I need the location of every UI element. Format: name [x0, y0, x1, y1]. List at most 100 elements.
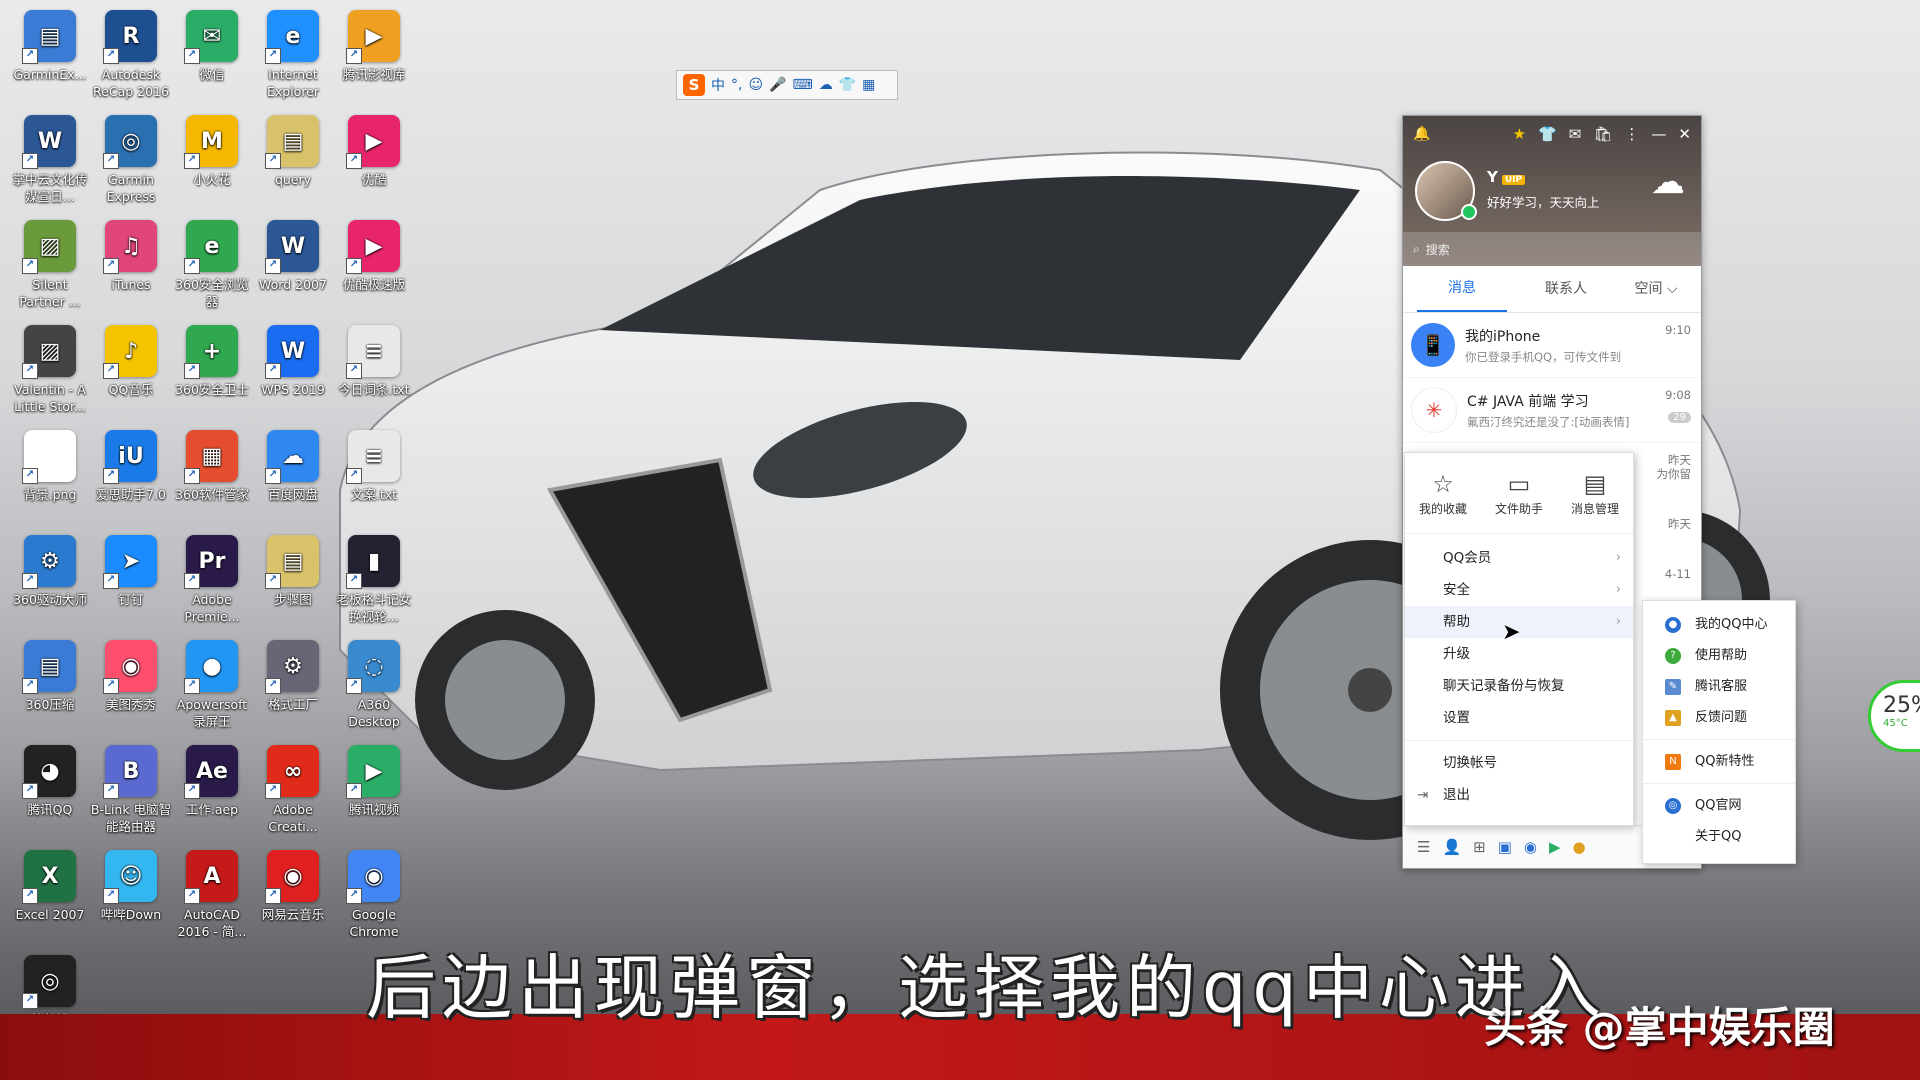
desktop-icon-label: 美图秀秀 — [105, 697, 156, 712]
desktop-icon[interactable]: ▶ ↗ 腾讯视频 — [332, 745, 416, 818]
desktop-icon[interactable]: ♫ ↗ iTunes — [89, 220, 173, 293]
desktop-icon[interactable]: ▤ ↗ 360压缩 — [8, 640, 92, 713]
desktop-icon[interactable]: ≡ ↗ 文案.txt — [332, 430, 416, 503]
desktop-icon[interactable]: ▶ ↗ 腾讯影视库 — [332, 10, 416, 83]
desktop-icon[interactable]: ▶ ↗ 优酷极速版 — [332, 220, 416, 293]
desktop-icon[interactable]: + ↗ 360安全卫士 — [170, 325, 254, 398]
desktop-icon[interactable]: ◉ ↗ 网易云音乐 — [251, 850, 335, 923]
desktop-icon[interactable]: W ↗ 掌中云文化传媒宣日... — [8, 115, 92, 205]
list-item[interactable]: ✳ C# JAVA 前端 学习 氟西汀终究还是没了:[动画表情] 9:08 29 — [1403, 378, 1701, 443]
desktop-icon[interactable]: e ↗ 360安全浏览器 — [170, 220, 254, 310]
desktop-icon[interactable]: e ↗ Internet Explorer — [251, 10, 335, 100]
menu-item-qq-vip[interactable]: QQ会员 › — [1405, 542, 1633, 574]
submenu-item-about-qq[interactable]: 关于QQ — [1643, 821, 1795, 852]
add-friend-icon[interactable]: 👤 — [1442, 838, 1461, 856]
menu-item-chat-backup[interactable]: 聊天记录备份与恢复 — [1405, 670, 1633, 702]
weather-icon[interactable]: ☁ — [1651, 162, 1685, 202]
search-input[interactable]: ⌕ 搜索 — [1403, 232, 1701, 266]
desktop-icon[interactable]: W ↗ WPS 2019 — [251, 325, 335, 398]
desktop-icon[interactable]: ◕ ↗ 腾讯QQ — [8, 745, 92, 818]
vip-badge[interactable]: UIP — [1501, 175, 1526, 185]
app-icon: ◎ ↗ — [22, 955, 76, 1009]
desktop-icon[interactable]: R ↗ Autodesk ReCap 2016 — [89, 10, 173, 100]
desktop-icon[interactable]: ▤ ↗ GarminEx... — [8, 10, 92, 83]
desktop-icon[interactable]: ➤ ↗ 钉钉 — [89, 535, 173, 608]
ime-emoji-icon[interactable]: ☺ — [748, 77, 763, 93]
desktop-icon[interactable]: ⚙ ↗ 格式工厂 — [251, 640, 335, 713]
desktop-icon[interactable]: ∞ ↗ Adobe Creati... — [251, 745, 335, 835]
my-favorites-button[interactable]: ☆ 我的收藏 — [1419, 470, 1467, 517]
desktop-icon[interactable]: M ↗ 小火花 — [170, 115, 254, 188]
app-shortcut-icon[interactable]: ◉ — [1524, 838, 1537, 856]
ime-toolbar[interactable]: S 中 °, ☺ 🎤 ⌨ ☁ 👕 ▦ — [676, 70, 898, 100]
ime-keyboard-icon[interactable]: ⌨ — [793, 77, 813, 93]
ime-cloud-icon[interactable]: ☁ — [819, 77, 833, 93]
desktop-icon[interactable]: A ↗ AutoCAD 2016 - 简... — [170, 850, 254, 940]
desktop-icon[interactable]: ▤ ↗ query — [251, 115, 335, 188]
desktop-icon[interactable]: ✉ ↗ 微信 — [170, 10, 254, 83]
online-status-dot[interactable] — [1461, 204, 1477, 220]
desktop-icon[interactable]: ♪ ↗ QQ音乐 — [89, 325, 173, 398]
desktop-icon[interactable]: ↗ 背景.png — [8, 430, 92, 503]
mail-icon[interactable]: ✉ — [1569, 125, 1582, 143]
ime-toolbox-icon[interactable]: ▦ — [862, 77, 875, 93]
desktop-icon[interactable]: X ↗ Excel 2007 — [8, 850, 92, 923]
signature[interactable]: 好好学习，天天向上 — [1487, 192, 1600, 211]
desktop-icon[interactable]: ◉ ↗ Google Chrome — [332, 850, 416, 940]
list-item[interactable]: 📱 我的iPhone 你已登录手机QQ，可传文件到 9:10 — [1403, 313, 1701, 378]
skin-icon[interactable]: 👕 — [1538, 125, 1557, 143]
desktop-icon[interactable]: ◎ ↗ Garmin Express — [89, 115, 173, 205]
ime-voice-icon[interactable]: 🎤 — [769, 77, 786, 93]
desktop-icon[interactable]: ☺ ↗ 哔哔Down — [89, 850, 173, 923]
submenu-item-usage-help[interactable]: ? 使用帮助 — [1643, 640, 1795, 671]
desktop-icon[interactable]: Ae ↗ 工作.aep — [170, 745, 254, 818]
desktop-icon[interactable]: ● ↗ Apowersoft 录屏王 — [170, 640, 254, 730]
tab-space[interactable]: 空间 ⌵ — [1611, 267, 1701, 311]
submenu-item-customer-service[interactable]: ✎ 腾讯客服 — [1643, 671, 1795, 702]
desktop-icon[interactable]: ▮ ↗ 老板格斗记女换视轮... — [332, 535, 416, 625]
desktop-icon-label: Garmin Express — [106, 172, 156, 204]
desktop-icon[interactable]: ◉ ↗ 美图秀秀 — [89, 640, 173, 713]
main-menu-icon[interactable]: ☰ — [1417, 838, 1430, 856]
minimize-icon[interactable]: — — [1651, 125, 1666, 143]
desktop-icon[interactable]: W ↗ Word 2007 — [251, 220, 335, 293]
shop-icon[interactable]: 🛍 — [1593, 125, 1612, 143]
sogou-ime-logo[interactable]: S — [683, 74, 705, 96]
close-icon[interactable]: ✕ — [1678, 125, 1691, 143]
file-assistant-button[interactable]: ▭ 文件助手 — [1495, 470, 1543, 517]
video-icon[interactable]: ▶ — [1549, 838, 1561, 856]
app-shortcut-icon[interactable]: ▣ — [1498, 838, 1512, 856]
menu-item-settings[interactable]: 设置 — [1405, 702, 1633, 734]
submenu-item-my-qq-center[interactable]: ● 我的QQ中心 — [1643, 609, 1795, 640]
game-icon[interactable]: ● — [1573, 838, 1586, 856]
submenu-item-new-features[interactable]: N QQ新特性 — [1643, 746, 1795, 777]
star-icon[interactable]: ★ — [1513, 125, 1526, 143]
desktop-icon[interactable]: ≡ ↗ 今日词条.txt — [332, 325, 416, 398]
submenu-item-qq-website[interactable]: ◎ QQ官网 — [1643, 790, 1795, 821]
desktop-icon[interactable]: ◌ ↗ A360 Desktop — [332, 640, 416, 730]
submenu-item-feedback[interactable]: ▲ 反馈问题 — [1643, 702, 1795, 733]
menu-item-exit[interactable]: ⇥ 退出 — [1405, 779, 1633, 811]
desktop-icon[interactable]: ▶ ↗ 优酷 — [332, 115, 416, 188]
desktop-icon[interactable]: ⚙ ↗ 360驱动大师 — [8, 535, 92, 608]
tab-contacts[interactable]: 联系人 — [1521, 267, 1611, 311]
desktop-icon[interactable]: ▨ ↗ Silent Partner ... — [8, 220, 92, 310]
ime-chinese-mode-icon[interactable]: 中 — [711, 75, 725, 95]
peek-time: 4-11 — [1664, 567, 1691, 581]
desktop-icon[interactable]: Pr ↗ Adobe Premie... — [170, 535, 254, 625]
menu-item-security[interactable]: 安全 › — [1405, 574, 1633, 606]
desktop-icon-label: 百度网盘 — [267, 487, 318, 502]
desktop-icon[interactable]: B ↗ B-Link 电脑智能路由器 — [89, 745, 173, 835]
menu-item-switch-account[interactable]: 切换帐号 — [1405, 747, 1633, 779]
ime-punctuation-icon[interactable]: °, — [731, 77, 742, 93]
message-manager-button[interactable]: ▤ 消息管理 — [1571, 470, 1619, 517]
desktop-icon[interactable]: ☁ ↗ 百度网盘 — [251, 430, 335, 503]
desktop-icon[interactable]: ▤ ↗ 步骤图 — [251, 535, 335, 608]
app-manager-icon[interactable]: ⊞ — [1473, 838, 1486, 856]
more-icon[interactable]: ⋮ — [1624, 125, 1639, 143]
ime-skin-icon[interactable]: 👕 — [839, 77, 856, 93]
desktop-icon[interactable]: iU ↗ 爱思助手7.0 — [89, 430, 173, 503]
desktop-icon[interactable]: ▦ ↗ 360软件管家 — [170, 430, 254, 503]
desktop-icon[interactable]: ▨ ↗ Valentin - A Little Stor... — [8, 325, 92, 415]
tab-messages[interactable]: 消息 — [1417, 266, 1507, 312]
